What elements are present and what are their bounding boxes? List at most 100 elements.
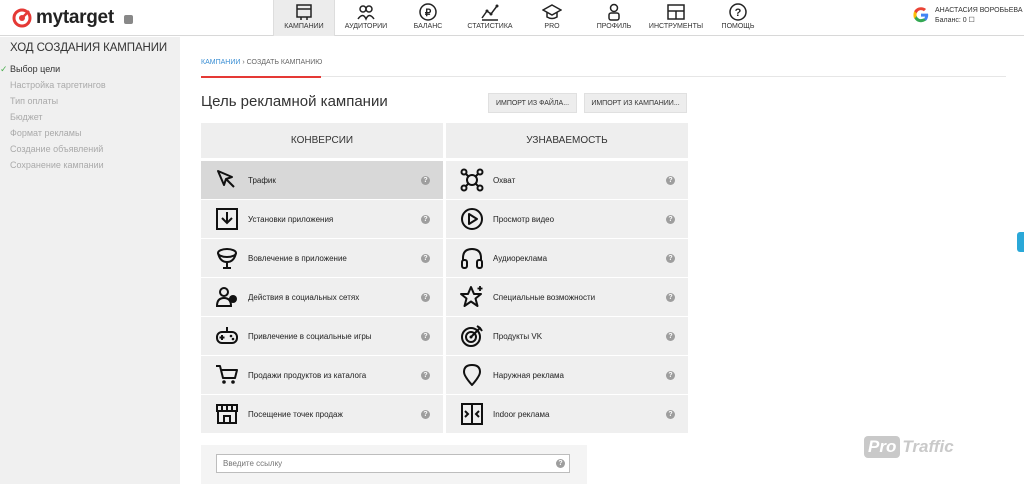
audiences-icon	[357, 5, 375, 21]
profile-icon	[608, 3, 620, 21]
nav-label: БАЛАНС	[413, 23, 443, 30]
goal-traffic[interactable]: Трафик ?	[201, 161, 443, 199]
nav-label: КАМПАНИИ	[284, 23, 324, 30]
goal-label: Посещение точек продаж	[248, 409, 343, 419]
help-circle-icon[interactable]: ?	[421, 253, 430, 263]
logo[interactable]: mytarget	[12, 7, 133, 29]
nav-label: СТАТИСТИКА	[467, 23, 513, 30]
page-title: Цель рекламной кампании	[201, 93, 388, 110]
nav-campaigns[interactable]: КАМПАНИИ	[273, 0, 335, 36]
step-ad-format: Формат рекламы	[10, 128, 82, 138]
step-payment-type: Тип оплаты	[10, 96, 59, 106]
goal-label: Действия в социальных сетях	[248, 292, 360, 302]
goal-catalog-sales[interactable]: Продажи продуктов из каталога ?	[201, 356, 443, 394]
goal-audio-ads[interactable]: Аудиореклама ?	[446, 239, 688, 277]
step-targeting: Настройка таргетингов	[10, 80, 106, 90]
user-name: АНАСТАСИЯ ВОРОБЬЕВА	[935, 7, 1023, 14]
help-circle-icon[interactable]: ?	[666, 214, 675, 224]
help-circle-icon[interactable]: ?	[421, 292, 430, 302]
divider	[201, 76, 1006, 77]
goal-label: Аудиореклама	[493, 253, 548, 263]
step-goal[interactable]: ✓ Выбор цели	[0, 61, 180, 77]
cart-icon	[216, 365, 238, 384]
help-circle-icon[interactable]: ?	[421, 175, 430, 185]
nav-help[interactable]: ? ПОМОЩЬ	[707, 0, 769, 36]
user-menu[interactable]: АНАСТАСИЯ ВОРОБЬЕВА Баланс: 0 ☐	[912, 6, 1023, 26]
link-input-container: ?	[201, 445, 587, 484]
help-circle-icon[interactable]: ?	[666, 370, 675, 380]
goal-store-visits[interactable]: Посещение точек продаж ?	[201, 395, 443, 433]
headphones-icon	[461, 247, 483, 269]
help-icon: ?	[729, 3, 747, 21]
indoor-door-icon	[461, 403, 483, 425]
goal-app-engagement[interactable]: Вовлечение в приложение ?	[201, 239, 443, 277]
goal-label: Наружная реклама	[493, 370, 565, 380]
nav-label: АУДИТОРИИ	[344, 23, 388, 30]
goal-social-games[interactable]: Привлечение в социальные игры ?	[201, 317, 443, 355]
nav-balance[interactable]: ₽ БАЛАНС	[397, 0, 459, 36]
user-balance: Баланс: 0 ☐	[935, 17, 975, 24]
link-input[interactable]	[216, 454, 570, 473]
balance-ruble-icon: ₽	[419, 3, 437, 21]
goal-video-views[interactable]: Просмотр видео ?	[446, 200, 688, 238]
graduation-cap-icon	[542, 4, 562, 20]
nav-pro[interactable]: PRO	[521, 0, 583, 36]
main-nav: КАМПАНИИ АУДИТОРИИ ₽ БАЛАНС СТАТИСТИКА P…	[273, 0, 769, 36]
step-save-campaign: Сохранение кампании	[10, 160, 104, 170]
help-circle-icon[interactable]: ?	[666, 331, 675, 341]
nav-tools[interactable]: ИНСТРУМЕНТЫ	[645, 0, 707, 36]
nav-profile[interactable]: ПРОФИЛЬ	[583, 0, 645, 36]
nav-label: PRO	[544, 23, 560, 30]
nav-label: ИНСТРУМЕНТЫ	[648, 23, 704, 30]
breadcrumb-current: СОЗДАТЬ КАМПАНИЮ	[246, 59, 323, 66]
star-icon	[460, 286, 483, 307]
map-pin-icon	[463, 364, 481, 386]
help-circle-icon[interactable]: ?	[556, 459, 565, 468]
watermark-traffic: Traffic	[902, 437, 954, 456]
goal-app-installs[interactable]: Установки приложения ?	[201, 200, 443, 238]
menu-square-icon[interactable]	[123, 15, 133, 24]
tools-icon	[667, 4, 685, 20]
nav-audiences[interactable]: АУДИТОРИИ	[335, 0, 397, 36]
goal-label: Установки приложения	[248, 214, 334, 224]
import-from-file-button[interactable]: ИМПОРТ ИЗ ФАЙЛА...	[488, 93, 577, 113]
step-label: Выбор цели	[10, 64, 61, 74]
gamepad-icon	[216, 327, 238, 344]
store-icon	[216, 404, 238, 424]
goal-vk-products[interactable]: Продукты VK ?	[446, 317, 688, 355]
breadcrumb-separator: ›	[242, 59, 245, 66]
goal-outdoor-ads[interactable]: Наружная реклама ?	[446, 356, 688, 394]
nav-label: ПРОФИЛЬ	[596, 23, 632, 30]
goal-indoor-ads[interactable]: Indoor реклама ?	[446, 395, 688, 433]
help-circle-icon[interactable]: ?	[666, 409, 675, 419]
step-budget: Бюджет	[10, 112, 43, 122]
help-circle-icon[interactable]: ?	[666, 292, 675, 302]
target-icon	[461, 325, 483, 347]
goal-reach[interactable]: Охват ?	[446, 161, 688, 199]
goal-social-actions[interactable]: Действия в социальных сетях ?	[201, 278, 443, 316]
mytarget-logo-icon	[12, 8, 32, 28]
goal-label: Продажи продуктов из каталога	[248, 370, 367, 380]
top-bar: mytarget КАМПАНИИ АУДИТОРИИ ₽ БАЛАНС СТА…	[0, 0, 1024, 36]
watermark-pro: Pro	[864, 436, 901, 458]
help-circle-icon[interactable]: ?	[666, 175, 675, 185]
svg-text:?: ?	[735, 7, 742, 19]
nav-statistics[interactable]: СТАТИСТИКА	[459, 0, 521, 36]
campaigns-icon	[296, 4, 312, 20]
help-circle-icon[interactable]: ?	[421, 331, 430, 341]
download-icon	[216, 208, 238, 230]
main-content: КАМПАНИИ › СОЗДАТЬ КАМПАНИЮ Цель рекламн…	[180, 37, 1024, 484]
help-circle-icon[interactable]: ?	[421, 214, 430, 224]
engagement-icon	[217, 248, 237, 269]
goal-special-opportunities[interactable]: Специальные возможности ?	[446, 278, 688, 316]
help-circle-icon[interactable]: ?	[421, 370, 430, 380]
social-people-icon	[215, 287, 237, 307]
help-circle-icon[interactable]: ?	[421, 409, 430, 419]
nav-label: ПОМОЩЬ	[721, 23, 755, 30]
breadcrumb-underline	[201, 76, 321, 78]
breadcrumb-campaigns-link[interactable]: КАМПАНИИ	[201, 59, 240, 66]
help-circle-icon[interactable]: ?	[666, 253, 675, 263]
side-feedback-tab[interactable]	[1017, 232, 1024, 252]
logo-text: mytarget	[36, 7, 114, 28]
import-from-campaign-button[interactable]: ИМПОРТ ИЗ КАМПАНИИ...	[584, 93, 687, 113]
